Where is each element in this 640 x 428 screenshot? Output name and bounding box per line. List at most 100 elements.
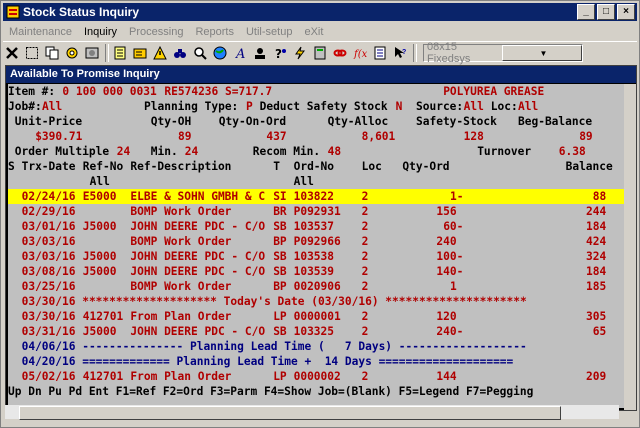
svg-text:A: A bbox=[235, 47, 245, 60]
toolbar-separator bbox=[105, 44, 109, 62]
item-label: Item #: bbox=[8, 85, 56, 98]
chevron-down-icon[interactable]: ▼ bbox=[502, 45, 582, 61]
unit-price-value: $390.71 bbox=[35, 130, 83, 143]
row-type: LP bbox=[273, 370, 287, 383]
col-s: S bbox=[8, 160, 15, 173]
qty-oh-label: Qty-OH bbox=[150, 115, 192, 128]
row-ref-no: J5000 bbox=[82, 250, 117, 263]
beg-balance-label: Beg-Balance bbox=[518, 115, 593, 128]
row-loc: 2 bbox=[361, 235, 369, 248]
close-button[interactable]: × bbox=[617, 4, 635, 20]
copy-icon[interactable] bbox=[43, 44, 61, 62]
row-type: SB bbox=[273, 325, 287, 338]
row-ref-description: From Plan Order bbox=[130, 370, 232, 383]
deduct-safety-value: N bbox=[395, 100, 403, 113]
row-ref-no: J5000 bbox=[82, 325, 117, 338]
row-qty-ord: 240 bbox=[436, 235, 457, 248]
row-qty-ord: 156 bbox=[436, 205, 457, 218]
open-file-icon[interactable] bbox=[131, 44, 149, 62]
user-icon[interactable] bbox=[251, 44, 269, 62]
search-icon[interactable] bbox=[191, 44, 209, 62]
font-icon[interactable]: A bbox=[231, 44, 249, 62]
select-icon[interactable] bbox=[23, 44, 41, 62]
binoculars-icon[interactable] bbox=[171, 44, 189, 62]
row-trx-date: 03/03/16 bbox=[21, 235, 76, 248]
font-size-select[interactable]: 08x15 Fixedsys ▼ bbox=[423, 41, 583, 65]
col-ref-description: Ref-Description bbox=[130, 160, 232, 173]
list-icon[interactable] bbox=[371, 44, 389, 62]
menu-processing[interactable]: Processing bbox=[123, 26, 189, 38]
row-trx-date: 03/08/16 bbox=[21, 265, 76, 278]
row-ref-description: BOMP Work Order bbox=[130, 235, 232, 248]
row-ref-no: J5000 bbox=[82, 265, 117, 278]
row-loc: 2 bbox=[361, 280, 369, 293]
row-qty-ord: 1 bbox=[450, 280, 457, 293]
horizontal-scrollbar[interactable] bbox=[5, 405, 619, 420]
close-x-icon[interactable] bbox=[3, 44, 21, 62]
unit-price-label: Unit-Price bbox=[14, 115, 83, 128]
maximize-button[interactable]: □ bbox=[597, 4, 615, 20]
vertical-scrollbar[interactable] bbox=[624, 84, 636, 410]
row-trx-date: 03/01/16 bbox=[21, 220, 76, 233]
function-icon[interactable]: f(x) bbox=[351, 44, 369, 62]
row-loc: 2 bbox=[361, 220, 369, 233]
row-trx-date: 02/24/16 bbox=[21, 190, 76, 203]
turnover-label: Turnover bbox=[477, 145, 532, 158]
item-number: 0 100 000 0031 bbox=[62, 85, 157, 98]
today-separator: 03/30/16 ******************** Today's Da… bbox=[21, 295, 527, 308]
minimize-button[interactable]: _ bbox=[577, 4, 595, 20]
row-balance: 185 bbox=[586, 280, 607, 293]
row-ord-no: 0000001 bbox=[293, 310, 341, 323]
row-ord-no: 103537 bbox=[293, 220, 335, 233]
row-ref-description: BOMP Work Order bbox=[130, 280, 232, 293]
row-type: BP bbox=[273, 280, 287, 293]
inquiry-panel: Available To Promise Inquiry Item #: 0 10… bbox=[5, 65, 637, 411]
col-t: T bbox=[273, 160, 280, 173]
globe-icon[interactable] bbox=[211, 44, 229, 62]
row-qty-ord: 240- bbox=[436, 325, 464, 338]
help-icon[interactable]: ? bbox=[271, 44, 289, 62]
calculator-icon[interactable] bbox=[311, 44, 329, 62]
menu-inquiry[interactable]: Inquiry bbox=[78, 26, 123, 38]
menu-util-setup[interactable]: Util-setup bbox=[240, 26, 298, 38]
lightning-icon[interactable] bbox=[291, 44, 309, 62]
col-qty-ord: Qty-Ord bbox=[402, 160, 450, 173]
pointer-help-icon[interactable]: ? bbox=[391, 44, 409, 62]
lead-time-plus-separator: 04/20/16 ============= Planning Lead Tim… bbox=[21, 355, 514, 368]
row-balance: 244 bbox=[586, 205, 607, 218]
gear-icon[interactable] bbox=[63, 44, 81, 62]
planning-type-label: Planning Type: bbox=[144, 100, 239, 113]
link-icon[interactable] bbox=[331, 44, 349, 62]
row-qty-ord: 60- bbox=[443, 220, 464, 233]
scrollbar-thumb[interactable] bbox=[19, 406, 561, 420]
row-ord-no: 103822 bbox=[293, 190, 335, 203]
row-ref-no: 412701 bbox=[82, 370, 124, 383]
row-type: SI bbox=[273, 190, 287, 203]
row-balance: 424 bbox=[586, 235, 607, 248]
row-balance: 324 bbox=[586, 250, 607, 263]
row-type: SB bbox=[273, 250, 287, 263]
row-ord-no: P092966 bbox=[293, 235, 341, 248]
col-loc: Loc bbox=[361, 160, 382, 173]
menu-exit[interactable]: eXit bbox=[298, 26, 329, 38]
toolbar-separator bbox=[413, 44, 417, 62]
row-ref-description: JOHN DEERE PDC - C/O bbox=[130, 325, 266, 338]
menu-maintenance[interactable]: Maintenance bbox=[3, 26, 78, 38]
notepad-icon[interactable] bbox=[111, 44, 129, 62]
svg-text:?: ? bbox=[275, 47, 282, 60]
warning-icon[interactable] bbox=[151, 44, 169, 62]
beg-balance-value: 89 bbox=[579, 130, 593, 143]
settings-icon[interactable] bbox=[83, 44, 101, 62]
row-loc: 2 bbox=[361, 250, 369, 263]
safety-stock-value: 128 bbox=[463, 130, 484, 143]
row-ref-no: 412701 bbox=[82, 310, 124, 323]
source-label: Source: bbox=[416, 100, 464, 113]
menu-reports[interactable]: Reports bbox=[189, 26, 240, 38]
item-ref: RE574236 S=717.7 bbox=[164, 85, 273, 98]
app-icon bbox=[6, 5, 20, 19]
order-multiple-value: 24 bbox=[116, 145, 131, 158]
row-ref-description: JOHN DEERE PDC - C/O bbox=[130, 265, 266, 278]
row-type: BR bbox=[273, 205, 287, 218]
col-ord-all: All bbox=[293, 175, 314, 188]
font-size-value: 08x15 Fixedsys bbox=[427, 41, 471, 65]
